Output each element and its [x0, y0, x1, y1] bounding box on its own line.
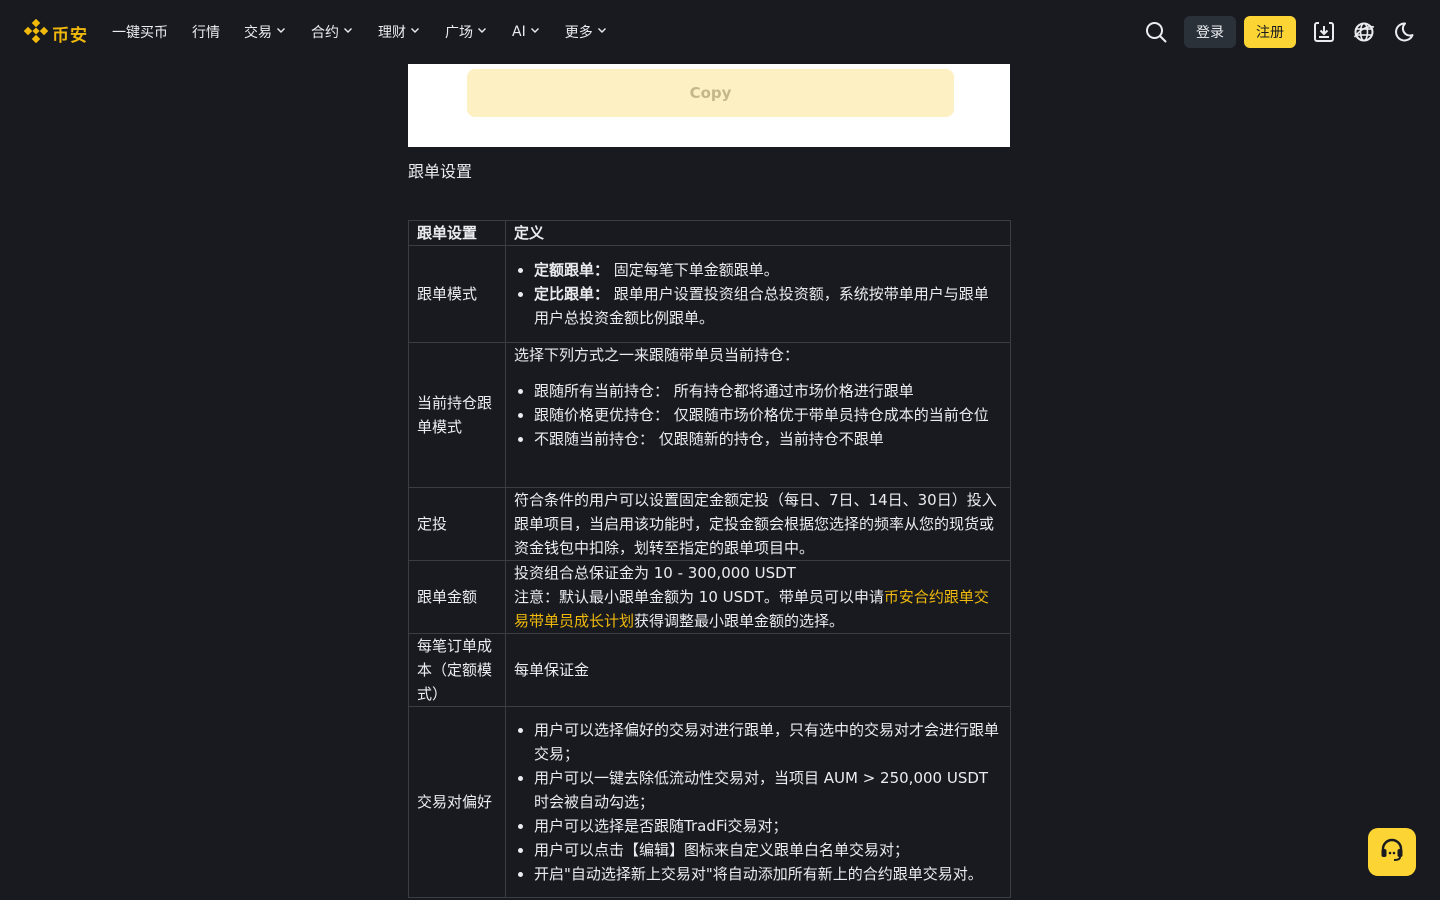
chevron-down-icon: [342, 24, 354, 40]
nav-item-ai[interactable]: AI: [512, 24, 541, 40]
column-header: 定义: [505, 220, 1011, 246]
term-text: 固定每笔下单金额跟单。: [613, 261, 779, 279]
download-icon[interactable]: [1312, 20, 1336, 44]
globe-icon[interactable]: [1352, 20, 1376, 44]
table-row: 每笔订单成本（定额模式） 每单保证金: [408, 633, 1011, 707]
setting-name: 每笔订单成本（定额模式）: [408, 633, 506, 707]
table-header-row: 跟单设置 定义: [408, 220, 1011, 246]
chevron-down-icon: [596, 24, 608, 40]
list-item: 用户可以选择是否跟随TradFi交易对；: [534, 814, 1002, 838]
bullet-list: 跟随所有当前持仓： 所有持仓都将通过市场价格进行跟单 跟随价格更优持仓： 仅跟随…: [514, 379, 1002, 451]
search-icon[interactable]: [1144, 20, 1168, 44]
nav-label: AI: [512, 24, 526, 40]
nav-label: 交易: [244, 25, 272, 41]
amount-range: 投资组合总保证金为 10 - 300,000 USDT: [514, 564, 796, 582]
setting-definition: 每单保证金: [505, 633, 1011, 707]
nav-item-buy-crypto[interactable]: 一键买币: [112, 22, 168, 42]
moon-icon[interactable]: [1392, 20, 1416, 44]
section-title: 跟单设置: [408, 162, 473, 181]
nav-item-more[interactable]: 更多: [565, 22, 608, 42]
chevron-down-icon: [529, 24, 541, 40]
nav-item-square[interactable]: 广场: [445, 22, 488, 42]
list-item: 用户可以点击【编辑】图标来自定义跟单白名单交易对；: [534, 838, 1002, 862]
setting-name: 定投: [408, 487, 506, 561]
nav-item-trade[interactable]: 交易: [244, 22, 287, 42]
term: 定比跟单：: [534, 285, 610, 303]
list-item: 不跟随当前持仓： 仅跟随新的持仓，当前持仓不跟单: [534, 427, 1002, 451]
column-header: 跟单设置: [408, 220, 506, 246]
nav-label: 合约: [311, 25, 339, 41]
nav-label: 一键买币: [112, 25, 168, 41]
setting-name: 当前持仓跟单模式: [408, 342, 506, 488]
setting-definition: 投资组合总保证金为 10 - 300,000 USDT 注意：默认最小跟单金额为…: [505, 560, 1011, 634]
top-navigation: 币安 一键买币 行情 交易 合约 理财 广场 AI 更多 登录 注册: [0, 0, 1440, 64]
table-row: 跟单金额 投资组合总保证金为 10 - 300,000 USDT 注意：默认最小…: [408, 560, 1011, 634]
binance-logo-icon: [23, 18, 49, 47]
table-row: 定投 符合条件的用户可以设置固定金额定投（每日、7日、14日、30日）投入跟单项…: [408, 487, 1011, 561]
nav-label: 行情: [192, 25, 220, 41]
chevron-down-icon: [476, 24, 488, 40]
nav-item-futures[interactable]: 合约: [311, 22, 354, 42]
amount-note: 注意：默认最小跟单金额为 10 USDT。带单员可以申请币安合约跟单交易带单员成…: [514, 585, 1002, 633]
setting-definition: 用户可以选择偏好的交易对进行跟单，只有选中的交易对才会进行跟单交易； 用户可以一…: [505, 706, 1011, 898]
headset-icon: [1378, 836, 1406, 868]
login-button[interactable]: 登录: [1184, 16, 1236, 48]
chevron-down-icon: [275, 24, 287, 40]
term: 定额跟单：: [534, 261, 610, 279]
list-item: 用户可以一键去除低流动性交易对，当项目 AUM > 250,000 USDT 时…: [534, 766, 1002, 814]
setting-definition: 定额跟单： 固定每笔下单金额跟单。 定比跟单： 跟单用户设置投资组合总投资额，系…: [505, 245, 1011, 343]
list-item: 跟随所有当前持仓： 所有持仓都将通过市场价格进行跟单: [534, 379, 1002, 403]
setting-name: 跟单模式: [408, 245, 506, 343]
chevron-down-icon: [409, 24, 421, 40]
list-item: 跟随价格更优持仓： 仅跟随市场价格优于带单员持仓成本的当前仓位: [534, 403, 1002, 427]
register-button[interactable]: 注册: [1244, 16, 1296, 48]
logo-text: 币安: [52, 25, 88, 46]
table-row: 当前持仓跟单模式 选择下列方式之一来跟随带单员当前持仓： 跟随所有当前持仓： 所…: [408, 342, 1011, 488]
nav-label: 更多: [564, 25, 593, 41]
setting-definition: 符合条件的用户可以设置固定金额定投（每日、7日、14日、30日）投入跟单项目，当…: [505, 487, 1011, 561]
nav-label: 广场: [445, 25, 473, 41]
embedded-screenshot: Copy: [408, 64, 1010, 147]
main-nav: 一键买币 行情 交易 合约 理财 广场 AI 更多: [112, 0, 632, 64]
nav-item-earn[interactable]: 理财: [378, 22, 421, 42]
list-item: 开启"自动选择新上交易对"将自动添加所有新上的合约跟单交易对。: [534, 862, 1002, 886]
copy-settings-table: 跟单设置 定义 跟单模式 定额跟单： 固定每笔下单金额跟单。 定比跟单： 跟单用…: [408, 220, 1011, 898]
list-item: 定比跟单： 跟单用户设置投资组合总投资额，系统按带单用户与跟单用户总投资金额比例…: [534, 282, 1002, 330]
support-chat-button[interactable]: [1368, 828, 1416, 876]
list-item: 定额跟单： 固定每笔下单金额跟单。: [534, 258, 1002, 282]
list-item: 用户可以选择偏好的交易对进行跟单，只有选中的交易对才会进行跟单交易；: [534, 718, 1002, 766]
note-text: 注意：默认最小跟单金额为 10 USDT。带单员可以申请: [514, 588, 884, 606]
nav-label: 理财: [378, 25, 406, 41]
bullet-list: 用户可以选择偏好的交易对进行跟单，只有选中的交易对才会进行跟单交易； 用户可以一…: [514, 718, 1002, 886]
note-text: 获得调整最小跟单金额的选择。: [634, 612, 845, 630]
setting-name: 交易对偏好: [408, 706, 506, 898]
intro-text: 选择下列方式之一来跟随带单员当前持仓：: [514, 346, 800, 364]
table-row: 交易对偏好 用户可以选择偏好的交易对进行跟单，只有选中的交易对才会进行跟单交易；…: [408, 706, 1011, 898]
brand-logo[interactable]: 币安: [23, 18, 88, 47]
article-content: Copy 跟单设置 跟单设置 定义 跟单模式 定额跟单： 固定每笔下单金额跟单。…: [408, 64, 1011, 898]
header-tools: 登录 注册: [1144, 0, 1416, 64]
nav-item-markets[interactable]: 行情: [192, 22, 220, 42]
setting-definition: 选择下列方式之一来跟随带单员当前持仓： 跟随所有当前持仓： 所有持仓都将通过市场…: [505, 342, 1011, 488]
setting-name: 跟单金额: [408, 560, 506, 634]
copy-button: Copy: [467, 69, 954, 117]
table-row: 跟单模式 定额跟单： 固定每笔下单金额跟单。 定比跟单： 跟单用户设置投资组合总…: [408, 245, 1011, 343]
bullet-list: 定额跟单： 固定每笔下单金额跟单。 定比跟单： 跟单用户设置投资组合总投资额，系…: [514, 258, 1002, 330]
